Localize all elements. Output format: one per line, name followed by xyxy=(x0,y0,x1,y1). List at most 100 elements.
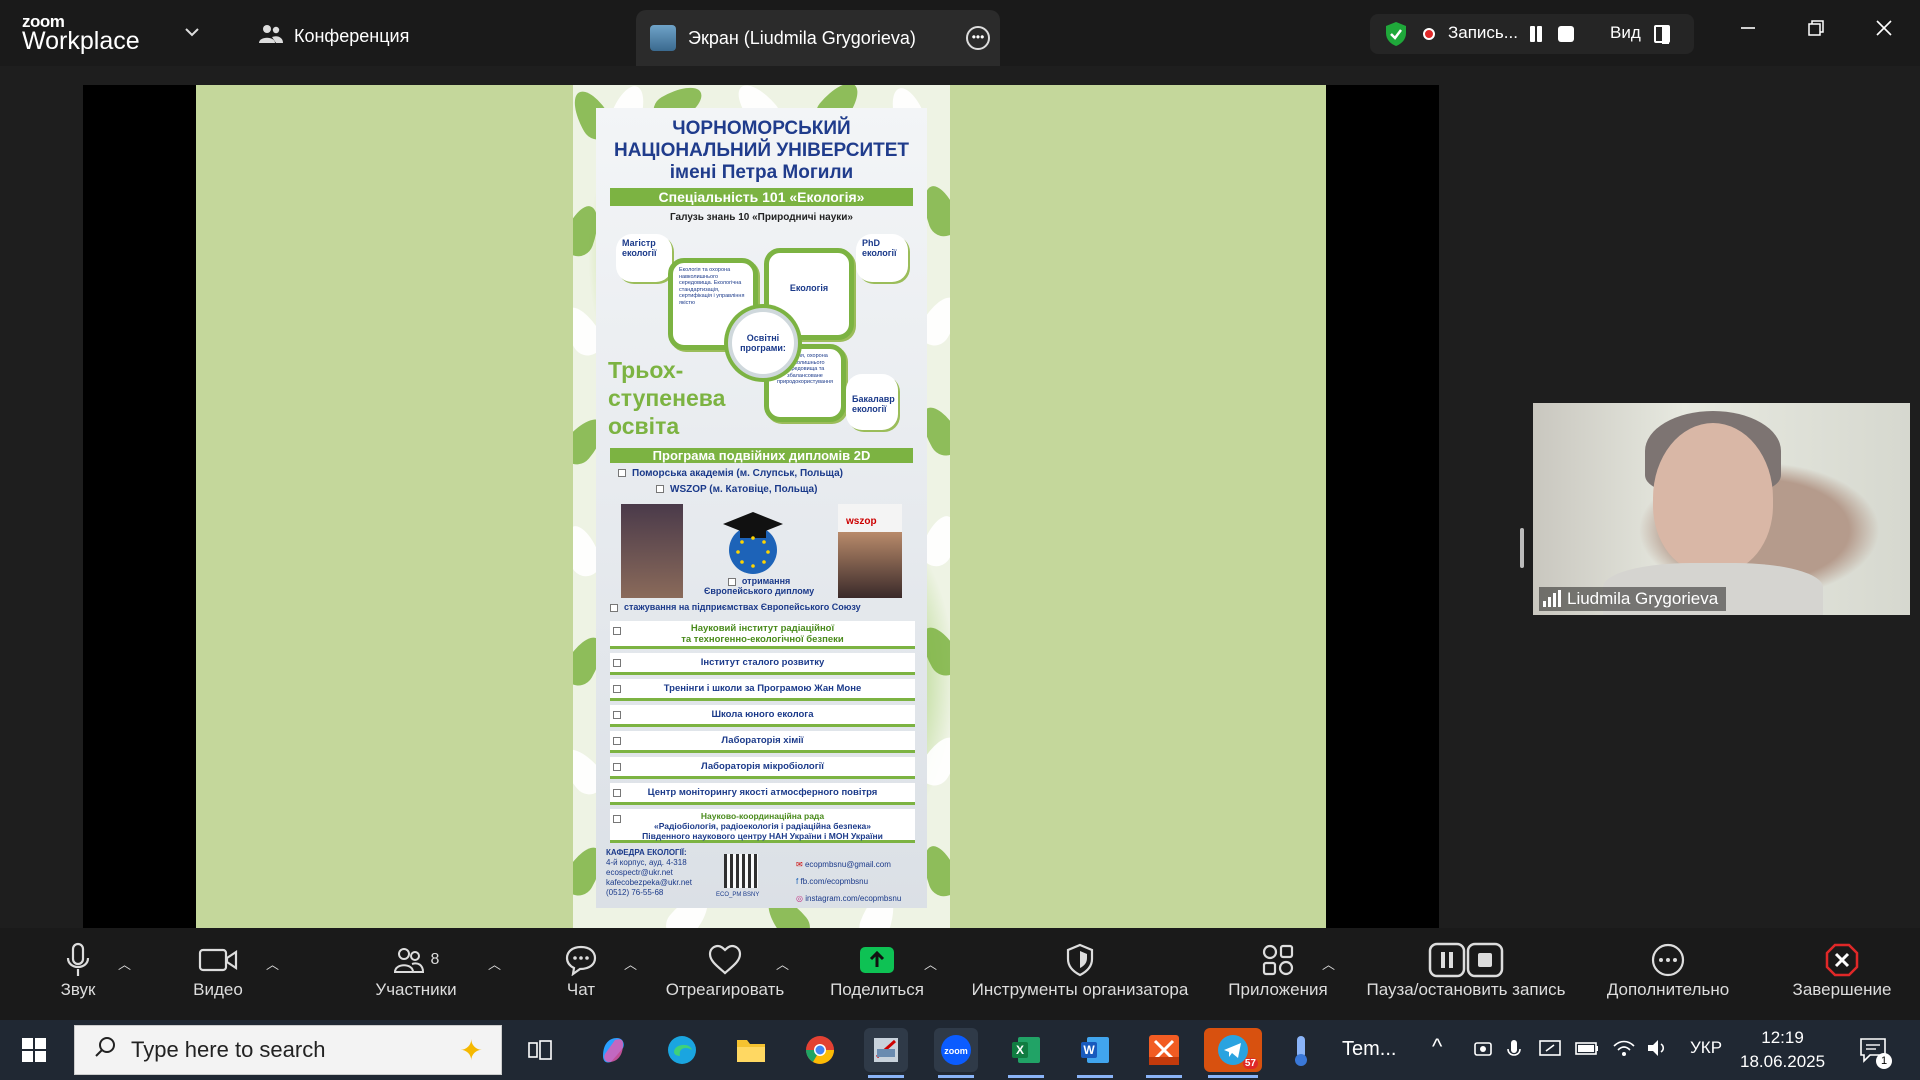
taskbar-clock[interactable]: 12:19 18.06.2025 xyxy=(1740,1026,1825,1074)
battery-icon[interactable] xyxy=(1574,1038,1600,1063)
notification-center-icon[interactable]: 1 xyxy=(1858,1036,1892,1069)
participants-icon xyxy=(258,22,284,51)
audio-options-caret-icon[interactable]: ︿ xyxy=(118,954,131,973)
pause-stop-label: Пауза/остановить запись xyxy=(1366,980,1566,999)
tab-screen-share[interactable]: Экран (Liudmila Grygorieva) ••• xyxy=(636,10,1000,66)
instagram-contact: ◎ instagram.com/ecopmbsnu xyxy=(796,890,901,907)
task-view-icon[interactable] xyxy=(518,1028,562,1072)
institute-item: Центр моніторингу якості атмосферного по… xyxy=(610,783,915,805)
thermometer-icon[interactable] xyxy=(1290,1034,1312,1073)
stop-recording-icon[interactable] xyxy=(1558,26,1574,42)
reader-icon[interactable] xyxy=(1142,1028,1186,1078)
copilot-icon[interactable] xyxy=(591,1028,635,1072)
tab-conference[interactable]: Конференция xyxy=(258,22,409,51)
chat-icon xyxy=(556,940,606,980)
institute-item: Лабораторія мікробіології xyxy=(610,757,915,779)
restore-icon[interactable] xyxy=(1796,14,1836,48)
chat-options-caret-icon[interactable]: ︿ xyxy=(624,954,637,973)
checkbox-icon xyxy=(613,815,621,823)
word-icon[interactable]: W xyxy=(1073,1028,1117,1078)
institute-label: та техногенно-екологічної безпеки xyxy=(681,634,844,645)
mail-icon: ✉ xyxy=(796,860,803,869)
react-options-caret-icon[interactable]: ︿ xyxy=(776,954,789,973)
video-options-caret-icon[interactable]: ︿ xyxy=(266,954,279,973)
wifi-icon[interactable] xyxy=(1612,1038,1636,1063)
checkbox-icon xyxy=(613,685,621,693)
email-label: ecopmbsnu@gmail.com xyxy=(804,860,891,869)
minimize-icon[interactable] xyxy=(1728,14,1768,48)
tray-screen-share-icon[interactable] xyxy=(1538,1038,1562,1065)
taskbar-search-input[interactable]: Type here to search ✦ xyxy=(74,1025,502,1075)
three-level-line: Трьох- xyxy=(608,357,684,383)
chat-button[interactable]: Чат xyxy=(556,940,606,1000)
tray-camera-icon[interactable] xyxy=(1472,1038,1494,1065)
participants-button[interactable]: 8 Участники xyxy=(366,940,466,1000)
telegram-badge: 57 xyxy=(1242,1058,1258,1069)
pause-stop-recording-button[interactable]: Пауза/остановить запись xyxy=(1356,940,1576,1000)
excel-icon[interactable]: X xyxy=(1004,1028,1048,1078)
tray-overflow-chevron-icon[interactable]: ^ xyxy=(1432,1034,1442,1060)
host-tools-label: Инструменты организатора xyxy=(971,980,1189,999)
view-layout-icon[interactable] xyxy=(1654,25,1670,44)
apps-button[interactable]: Приложения xyxy=(1220,940,1336,1000)
file-explorer-icon[interactable] xyxy=(729,1028,773,1072)
end-meeting-button[interactable]: Завершение xyxy=(1784,940,1900,1000)
volume-icon[interactable] xyxy=(1646,1038,1670,1063)
european-diploma-caption: отримання Європейського диплому xyxy=(704,576,814,596)
council-line: Південного наукового центру НАН України … xyxy=(642,831,883,841)
view-menu-label[interactable]: Вид xyxy=(1610,23,1641,43)
wszop-photo: wszop xyxy=(838,504,902,598)
search-placeholder: Type here to search xyxy=(131,1037,326,1062)
input-language-label[interactable]: УКР xyxy=(1690,1038,1722,1058)
audio-button[interactable]: Звук xyxy=(48,940,108,1000)
three-level-line: освіта xyxy=(608,413,680,439)
more-options-icon[interactable]: ••• xyxy=(966,26,990,50)
european-diploma-line: отримання xyxy=(704,576,814,586)
three-level-education: Трьох- ступенева освіта xyxy=(608,356,725,440)
participants-options-caret-icon[interactable]: ︿ xyxy=(488,954,501,973)
zoom-logo[interactable]: zoom Workplace xyxy=(22,12,140,56)
chrome-icon[interactable] xyxy=(798,1028,842,1072)
european-diploma-line: Європейського диплому xyxy=(704,586,815,596)
internship-label: стажування на підприємствах Європейськог… xyxy=(624,602,861,612)
close-icon[interactable] xyxy=(1864,14,1904,48)
council-item: Науково-координаційна рада «Радіобіологі… xyxy=(610,809,915,843)
institute-label: Лабораторія мікробіології xyxy=(701,761,824,772)
council-line: «Радіобіологія, радіоекологія і радіацій… xyxy=(654,821,871,831)
edge-icon[interactable] xyxy=(660,1028,704,1072)
three-level-line: ступенева xyxy=(608,385,726,411)
checkbox-icon xyxy=(613,789,621,797)
chevron-down-icon[interactable] xyxy=(184,24,200,42)
checkbox-icon xyxy=(727,577,736,586)
recording-label[interactable]: Запись... xyxy=(1448,23,1518,43)
host-tools-button[interactable]: Инструменты организатора xyxy=(960,940,1200,1000)
unknown-app-icon[interactable] xyxy=(864,1028,908,1078)
checkbox-icon xyxy=(613,711,621,719)
partner-item: Поморська академія (м. Слупськ, Польща) xyxy=(618,468,843,479)
video-label: Видео xyxy=(193,980,243,999)
apps-options-caret-icon[interactable]: ︿ xyxy=(1322,954,1335,973)
wszop-logo: wszop xyxy=(846,516,877,527)
audio-label: Звук xyxy=(60,980,96,999)
tray-microphone-icon[interactable] xyxy=(1506,1038,1522,1067)
windows-start-icon[interactable] xyxy=(22,1038,46,1062)
resize-handle[interactable] xyxy=(1520,528,1524,568)
checkbox-icon xyxy=(613,737,621,745)
participant-video[interactable]: Liudmila Grygorieva xyxy=(1533,403,1910,615)
share-options-caret-icon[interactable]: ︿ xyxy=(924,954,937,973)
end-meeting-icon xyxy=(1784,940,1900,980)
svg-text:zoom: zoom xyxy=(944,1046,968,1056)
zoom-app-icon[interactable]: zoom xyxy=(934,1028,978,1078)
react-button[interactable]: Отреагировать xyxy=(660,940,790,1000)
more-label: Дополнительно xyxy=(1606,980,1730,999)
video-button[interactable]: Видео xyxy=(186,940,250,1000)
telegram-icon[interactable]: 57 xyxy=(1204,1028,1262,1078)
graduation-cap-globe-icon xyxy=(718,506,788,576)
pause-recording-icon[interactable] xyxy=(1526,24,1546,44)
weather-label[interactable]: Tem... xyxy=(1342,1038,1396,1061)
share-button[interactable]: Поделиться xyxy=(822,940,932,1000)
security-shield-icon[interactable] xyxy=(1382,20,1410,48)
more-button[interactable]: Дополнительно xyxy=(1596,940,1740,1000)
facebook-icon: f xyxy=(796,877,799,886)
partner-label: Поморська академія (м. Слупськ, Польща) xyxy=(632,468,843,479)
